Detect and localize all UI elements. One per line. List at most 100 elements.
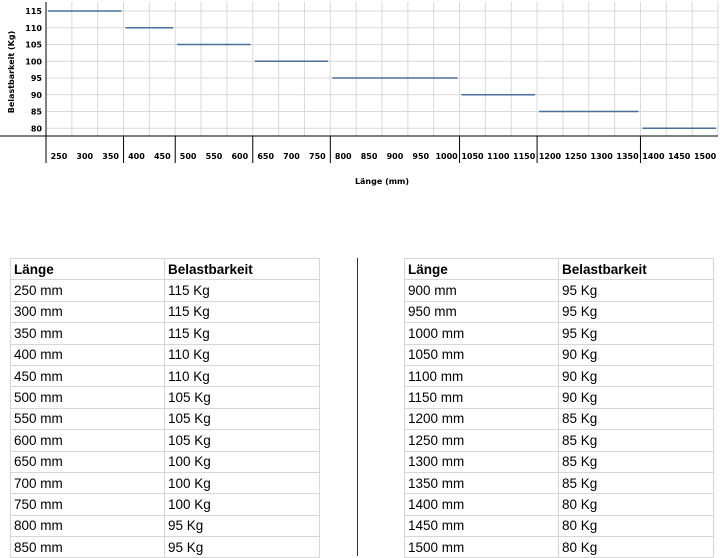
y-axis-label: Belastbarkeit (Kg): [7, 31, 16, 113]
length-cell: 1400 mm: [404, 493, 559, 516]
capacity-cell: 110 Kg: [164, 364, 320, 388]
capacity-cell: 90 Kg: [558, 343, 714, 366]
capacity-cell: 95 Kg: [558, 322, 714, 345]
length-cell: 800 mm: [10, 514, 165, 538]
length-cell: 650 mm: [10, 450, 165, 473]
x-tick-label: 800: [335, 152, 352, 161]
length-cell: 1350 mm: [404, 471, 559, 495]
length-cell: 750 mm: [10, 493, 165, 516]
table-header-row: Länge Belastbarkeit: [10, 257, 320, 281]
capacity-cell: 115 Kg: [164, 322, 320, 345]
table-right: Länge Belastbarkeit 900 mm 95 Kg 950 mm 95 …: [404, 257, 714, 558]
length-cell: 300 mm: [10, 300, 165, 324]
table-row: 300 mm 115 Kg: [10, 300, 320, 324]
capacity-cell: 105 Kg: [164, 386, 320, 409]
x-axis-label: Länge (mm): [355, 177, 409, 186]
length-cell: 1300 mm: [404, 450, 559, 473]
table-row: 1300 mm 85 Kg: [404, 450, 714, 473]
x-tick-label: 1150: [513, 152, 536, 161]
capacity-cell: 80 Kg: [558, 514, 714, 538]
y-tick-label: 85: [31, 108, 43, 117]
x-tick-label: 1100: [487, 152, 510, 161]
y-tick-label: 100: [25, 57, 42, 66]
load-table: Länge Belastbarkeit 250 mm 115 Kg 300 mm 11…: [10, 257, 714, 558]
length-cell: 600 mm: [10, 429, 165, 452]
length-cell: 500 mm: [10, 386, 165, 409]
table-row: 1350 mm 85 Kg: [404, 471, 714, 495]
length-cell: 700 mm: [10, 471, 165, 495]
capacity-cell: 85 Kg: [558, 450, 714, 473]
table-row: 1050 mm 90 Kg: [404, 343, 714, 366]
table-row: 550 mm 105 Kg: [10, 407, 320, 431]
x-tick-label: 750: [309, 152, 326, 161]
x-tick-label: 1000: [435, 152, 458, 161]
capacity-cell: 80 Kg: [558, 493, 714, 516]
x-tick-label: 1050: [461, 152, 484, 161]
x-tick-label: 1200: [539, 152, 562, 161]
x-tick-label: 1300: [591, 152, 614, 161]
table-row: 1200 mm 85 Kg: [404, 407, 714, 431]
y-tick-label: 95: [31, 74, 43, 83]
capacity-cell: 85 Kg: [558, 471, 714, 495]
capacity-cell: 95 Kg: [558, 300, 714, 324]
table-row: 1100 mm 90 Kg: [404, 364, 714, 388]
capacity-cell: 105 Kg: [164, 407, 320, 431]
x-tick-label: 1250: [565, 152, 588, 161]
header-length: Länge: [10, 257, 165, 281]
x-tick-label: 950: [412, 152, 429, 161]
x-tick-label: 650: [257, 152, 274, 161]
table-row: 1500 mm 80 Kg: [404, 536, 714, 558]
x-tick-label: 450: [154, 152, 171, 161]
capacity-cell: 100 Kg: [164, 493, 320, 516]
x-tick-label: 400: [128, 152, 145, 161]
y-tick-label: 110: [25, 24, 42, 33]
load-chart: 80 85 90 95 100 105 110 115 250 300 350 400 450 500 55…: [0, 2, 719, 186]
table-row: 1150 mm 90 Kg: [404, 386, 714, 409]
chart-grid: [0, 2, 719, 163]
capacity-cell: 80 Kg: [558, 536, 714, 558]
length-cell: 550 mm: [10, 407, 165, 431]
table-row: 1450 mm 80 Kg: [404, 514, 714, 538]
table-row: 350 mm 115 Kg: [10, 322, 320, 345]
x-tick-label: 550: [206, 152, 223, 161]
capacity-cell: 90 Kg: [558, 386, 714, 409]
length-cell: 900 mm: [404, 279, 559, 302]
table-row: 450 mm 110 Kg: [10, 364, 320, 388]
table-row: 600 mm 105 Kg: [10, 429, 320, 452]
capacity-cell: 90 Kg: [558, 364, 714, 388]
table-row: 950 mm 95 Kg: [404, 300, 714, 324]
capacity-cell: 95 Kg: [558, 279, 714, 302]
length-cell: 1000 mm: [404, 322, 559, 345]
x-tick-label: 1350: [616, 152, 639, 161]
x-tick-label: 850: [361, 152, 378, 161]
x-tick-label: 1400: [642, 152, 665, 161]
length-cell: 450 mm: [10, 364, 165, 388]
table-header-row: Länge Belastbarkeit: [404, 257, 714, 281]
table-row: 700 mm 100 Kg: [10, 471, 320, 495]
length-cell: 1200 mm: [404, 407, 559, 431]
length-cell: 1050 mm: [404, 343, 559, 366]
capacity-cell: 110 Kg: [164, 343, 320, 366]
length-cell: 950 mm: [404, 300, 559, 324]
table-row: 800 mm 95 Kg: [10, 514, 320, 538]
y-tick-label: 90: [31, 91, 43, 100]
table-row: 900 mm 95 Kg: [404, 279, 714, 302]
x-tick-label: 1500: [694, 152, 717, 161]
chart-ticks: 80 85 90 95 100 105 110 115 250 300 350 400 450 500 55…: [25, 7, 716, 161]
header-length: Länge: [404, 257, 559, 281]
capacity-cell: 95 Kg: [164, 514, 320, 538]
x-tick-label: 600: [231, 152, 248, 161]
table-row: 400 mm 110 Kg: [10, 343, 320, 366]
header-capacity: Belastbarkeit: [164, 257, 320, 281]
capacity-cell: 95 Kg: [164, 536, 320, 558]
length-cell: 250 mm: [10, 279, 165, 302]
table-row: 1400 mm 80 Kg: [404, 493, 714, 516]
x-tick-label: 700: [283, 152, 300, 161]
capacity-cell: 100 Kg: [164, 450, 320, 473]
capacity-cell: 115 Kg: [164, 279, 320, 302]
length-cell: 400 mm: [10, 343, 165, 366]
table-left: Länge Belastbarkeit 250 mm 115 Kg 300 mm 11…: [10, 257, 320, 558]
y-tick-label: 115: [25, 7, 42, 16]
x-tick-label: 300: [76, 152, 93, 161]
header-capacity: Belastbarkeit: [558, 257, 714, 281]
